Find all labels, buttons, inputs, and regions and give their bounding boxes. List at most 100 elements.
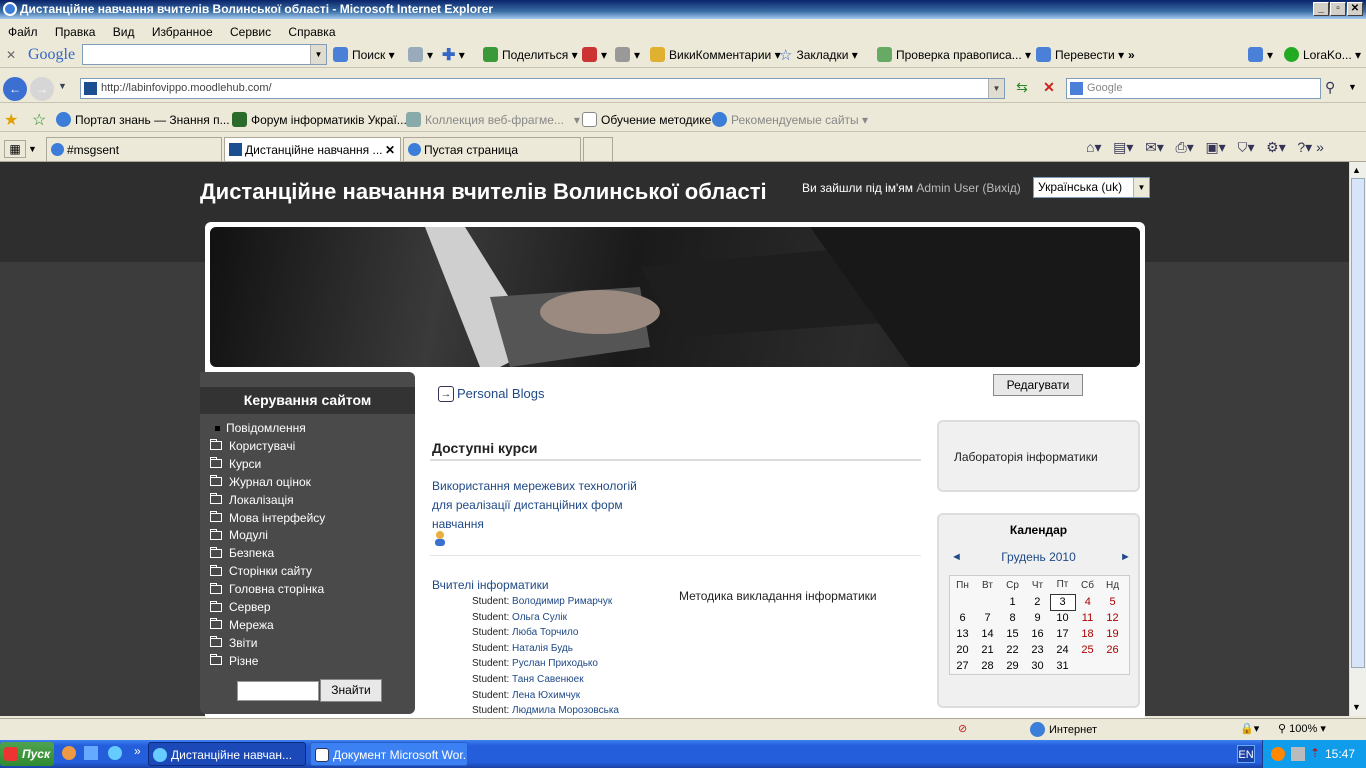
search-options-chevron-icon[interactable]: ▼: [1348, 82, 1357, 92]
menu-view[interactable]: Вид: [113, 25, 135, 39]
tab-current[interactable]: Дистанційне навчання ... ✕: [224, 137, 401, 161]
next-month-icon[interactable]: ►: [1120, 551, 1131, 563]
student-link[interactable]: Руслан Приходько: [512, 658, 598, 669]
quick-tabs-icon[interactable]: ▦: [4, 140, 26, 158]
calendar-day[interactable]: 31: [1050, 658, 1075, 674]
calendar-day[interactable]: 19: [1100, 626, 1125, 642]
stop-icon[interactable]: ✕: [1039, 79, 1059, 99]
calendar-day[interactable]: 11: [1075, 610, 1100, 626]
calendar-day[interactable]: 10: [1050, 610, 1075, 626]
menu-favorites[interactable]: Избранное: [152, 25, 213, 39]
plus-icon[interactable]: ✚ ▾: [442, 42, 465, 67]
help-icon[interactable]: ?▾: [1297, 139, 1312, 155]
scroll-up-icon[interactable]: ▲: [1352, 165, 1361, 175]
calendar-day[interactable]: 15: [1000, 626, 1025, 642]
close-window-button[interactable]: ✕: [1347, 2, 1363, 16]
admin-search-input[interactable]: [237, 681, 319, 701]
map-icon[interactable]: ▾: [408, 42, 433, 67]
sidebar-item[interactable]: Звіти: [210, 636, 258, 650]
google-search-input[interactable]: ▼: [82, 44, 327, 65]
spellcheck-button[interactable]: Проверка правописа... ▾: [877, 42, 1031, 67]
input-language-indicator[interactable]: EN: [1237, 745, 1255, 763]
wiki-comments-button[interactable]: ВикиКомментарии ▾: [650, 42, 781, 67]
calendar-month-link[interactable]: Грудень 2010: [939, 550, 1138, 564]
quicklaunch-more-icon[interactable]: »: [134, 744, 141, 758]
user-profile-link[interactable]: Admin User: [916, 181, 979, 195]
tab-blank[interactable]: Пустая страница: [403, 137, 581, 161]
chevron-down-icon[interactable]: ▼: [988, 79, 1004, 98]
calendar-day[interactable]: 7: [975, 610, 1000, 626]
forward-icon[interactable]: →: [30, 77, 54, 101]
calendar-day[interactable]: 18: [1075, 626, 1100, 642]
page-icon[interactable]: ▣▾: [1205, 139, 1225, 155]
ie-quicklaunch-icon[interactable]: [108, 746, 122, 760]
student-link[interactable]: Лена Юхимчук: [512, 690, 580, 701]
safety-icon[interactable]: ⛉▾: [1237, 139, 1254, 155]
sidebar-item[interactable]: Локалізація: [210, 493, 294, 507]
autofill-icon[interactable]: ▾: [615, 42, 640, 67]
history-chevron-icon[interactable]: ▼: [58, 81, 67, 91]
sidebar-item[interactable]: Повідомлення: [210, 421, 306, 435]
calendar-day[interactable]: 27: [950, 658, 975, 674]
close-tab-icon[interactable]: ✕: [385, 138, 395, 161]
student-link[interactable]: Володимир Римарчук: [512, 596, 612, 607]
scroll-thumb[interactable]: [1351, 178, 1365, 668]
tab-list-chevron-icon[interactable]: ▼: [28, 140, 42, 158]
logout-link[interactable]: (Вихід): [982, 181, 1020, 195]
account-button[interactable]: LoraKo... ▾: [1284, 42, 1361, 67]
feeds-icon[interactable]: ▤▾: [1113, 139, 1133, 155]
sidebar-item[interactable]: Курси: [210, 457, 261, 471]
google-search-button[interactable]: Поиск ▾: [333, 42, 395, 67]
student-link[interactable]: Наталія Будь: [512, 643, 573, 654]
favorite-link-5[interactable]: Рекомендуемые сайты ▾: [712, 108, 868, 131]
tools-gear-icon[interactable]: ⚙▾: [1266, 139, 1286, 155]
course-link-informatics-teachers[interactable]: Вчителі інформатики: [432, 578, 549, 592]
close-toolbar-icon[interactable]: ✕: [6, 42, 16, 67]
home-icon[interactable]: ⌂▾: [1086, 139, 1101, 155]
student-link[interactable]: Люба Торчило: [512, 627, 578, 638]
taskbar-ie-window[interactable]: Дистанційне навчан...: [148, 742, 306, 766]
sidebar-item[interactable]: Мова інтерфейсу: [210, 511, 325, 525]
sidebar-item[interactable]: Безпека: [210, 546, 274, 560]
live-search-input[interactable]: Google: [1066, 78, 1321, 99]
tray-app-icon[interactable]: [1271, 747, 1285, 761]
share-button[interactable]: Поделиться ▾: [483, 42, 578, 67]
student-link[interactable]: Ольга Сулік: [512, 612, 567, 623]
calendar-day[interactable]: 24: [1050, 642, 1075, 658]
add-favorite-icon[interactable]: ☆: [32, 108, 46, 131]
desktop-quicklaunch-icon[interactable]: [84, 746, 98, 760]
calendar-day[interactable]: 8: [1000, 610, 1025, 626]
translate-button[interactable]: Перевести ▾: [1036, 42, 1124, 67]
calendar-day[interactable]: 21: [975, 642, 1000, 658]
personal-blogs-link[interactable]: Personal Blogs: [457, 386, 544, 401]
calendar-day[interactable]: 14: [975, 626, 1000, 642]
menu-tools[interactable]: Сервис: [230, 25, 271, 39]
bookmarks-button[interactable]: ☆ Закладки ▾: [779, 42, 858, 67]
calendar-day[interactable]: 26: [1100, 642, 1125, 658]
calendar-day[interactable]: 12: [1100, 610, 1125, 626]
tab-msgsent[interactable]: #msgsent: [46, 137, 222, 161]
scroll-down-icon[interactable]: ▼: [1352, 702, 1361, 712]
calendar-day[interactable]: 2: [1025, 594, 1050, 610]
student-link[interactable]: Таня Савенюек: [512, 674, 584, 685]
calendar-day[interactable]: 16: [1025, 626, 1050, 642]
edit-button[interactable]: Редагувати: [993, 374, 1083, 396]
student-link[interactable]: Людмила Морозовська: [512, 705, 619, 716]
admin-search-button[interactable]: Знайти: [320, 679, 382, 702]
safely-remove-icon[interactable]: ⇡: [1310, 746, 1320, 760]
sidebar-item[interactable]: Сторінки сайту: [210, 564, 312, 578]
sidebar-item[interactable]: Журнал оцінок: [210, 475, 311, 489]
maximize-button[interactable]: ▫: [1330, 2, 1346, 16]
favorite-link-3[interactable]: Коллекция веб-фрагме... ▾: [406, 108, 580, 131]
calendar-day[interactable]: 22: [1000, 642, 1025, 658]
calendar-day[interactable]: 5: [1100, 594, 1125, 610]
sidebar-item[interactable]: Сервер: [210, 600, 271, 614]
minimize-button[interactable]: _: [1313, 2, 1329, 16]
wrench-icon[interactable]: ▾: [1248, 42, 1273, 67]
language-select[interactable]: Українська (uk) ▼: [1033, 177, 1150, 198]
menu-help[interactable]: Справка: [288, 25, 335, 39]
start-button[interactable]: Пуск: [0, 742, 54, 766]
sidebar-item[interactable]: Модулі: [210, 528, 268, 542]
favorite-link-4[interactable]: Обучение методике: [582, 108, 711, 131]
refresh-icon[interactable]: ⇆: [1012, 79, 1032, 99]
